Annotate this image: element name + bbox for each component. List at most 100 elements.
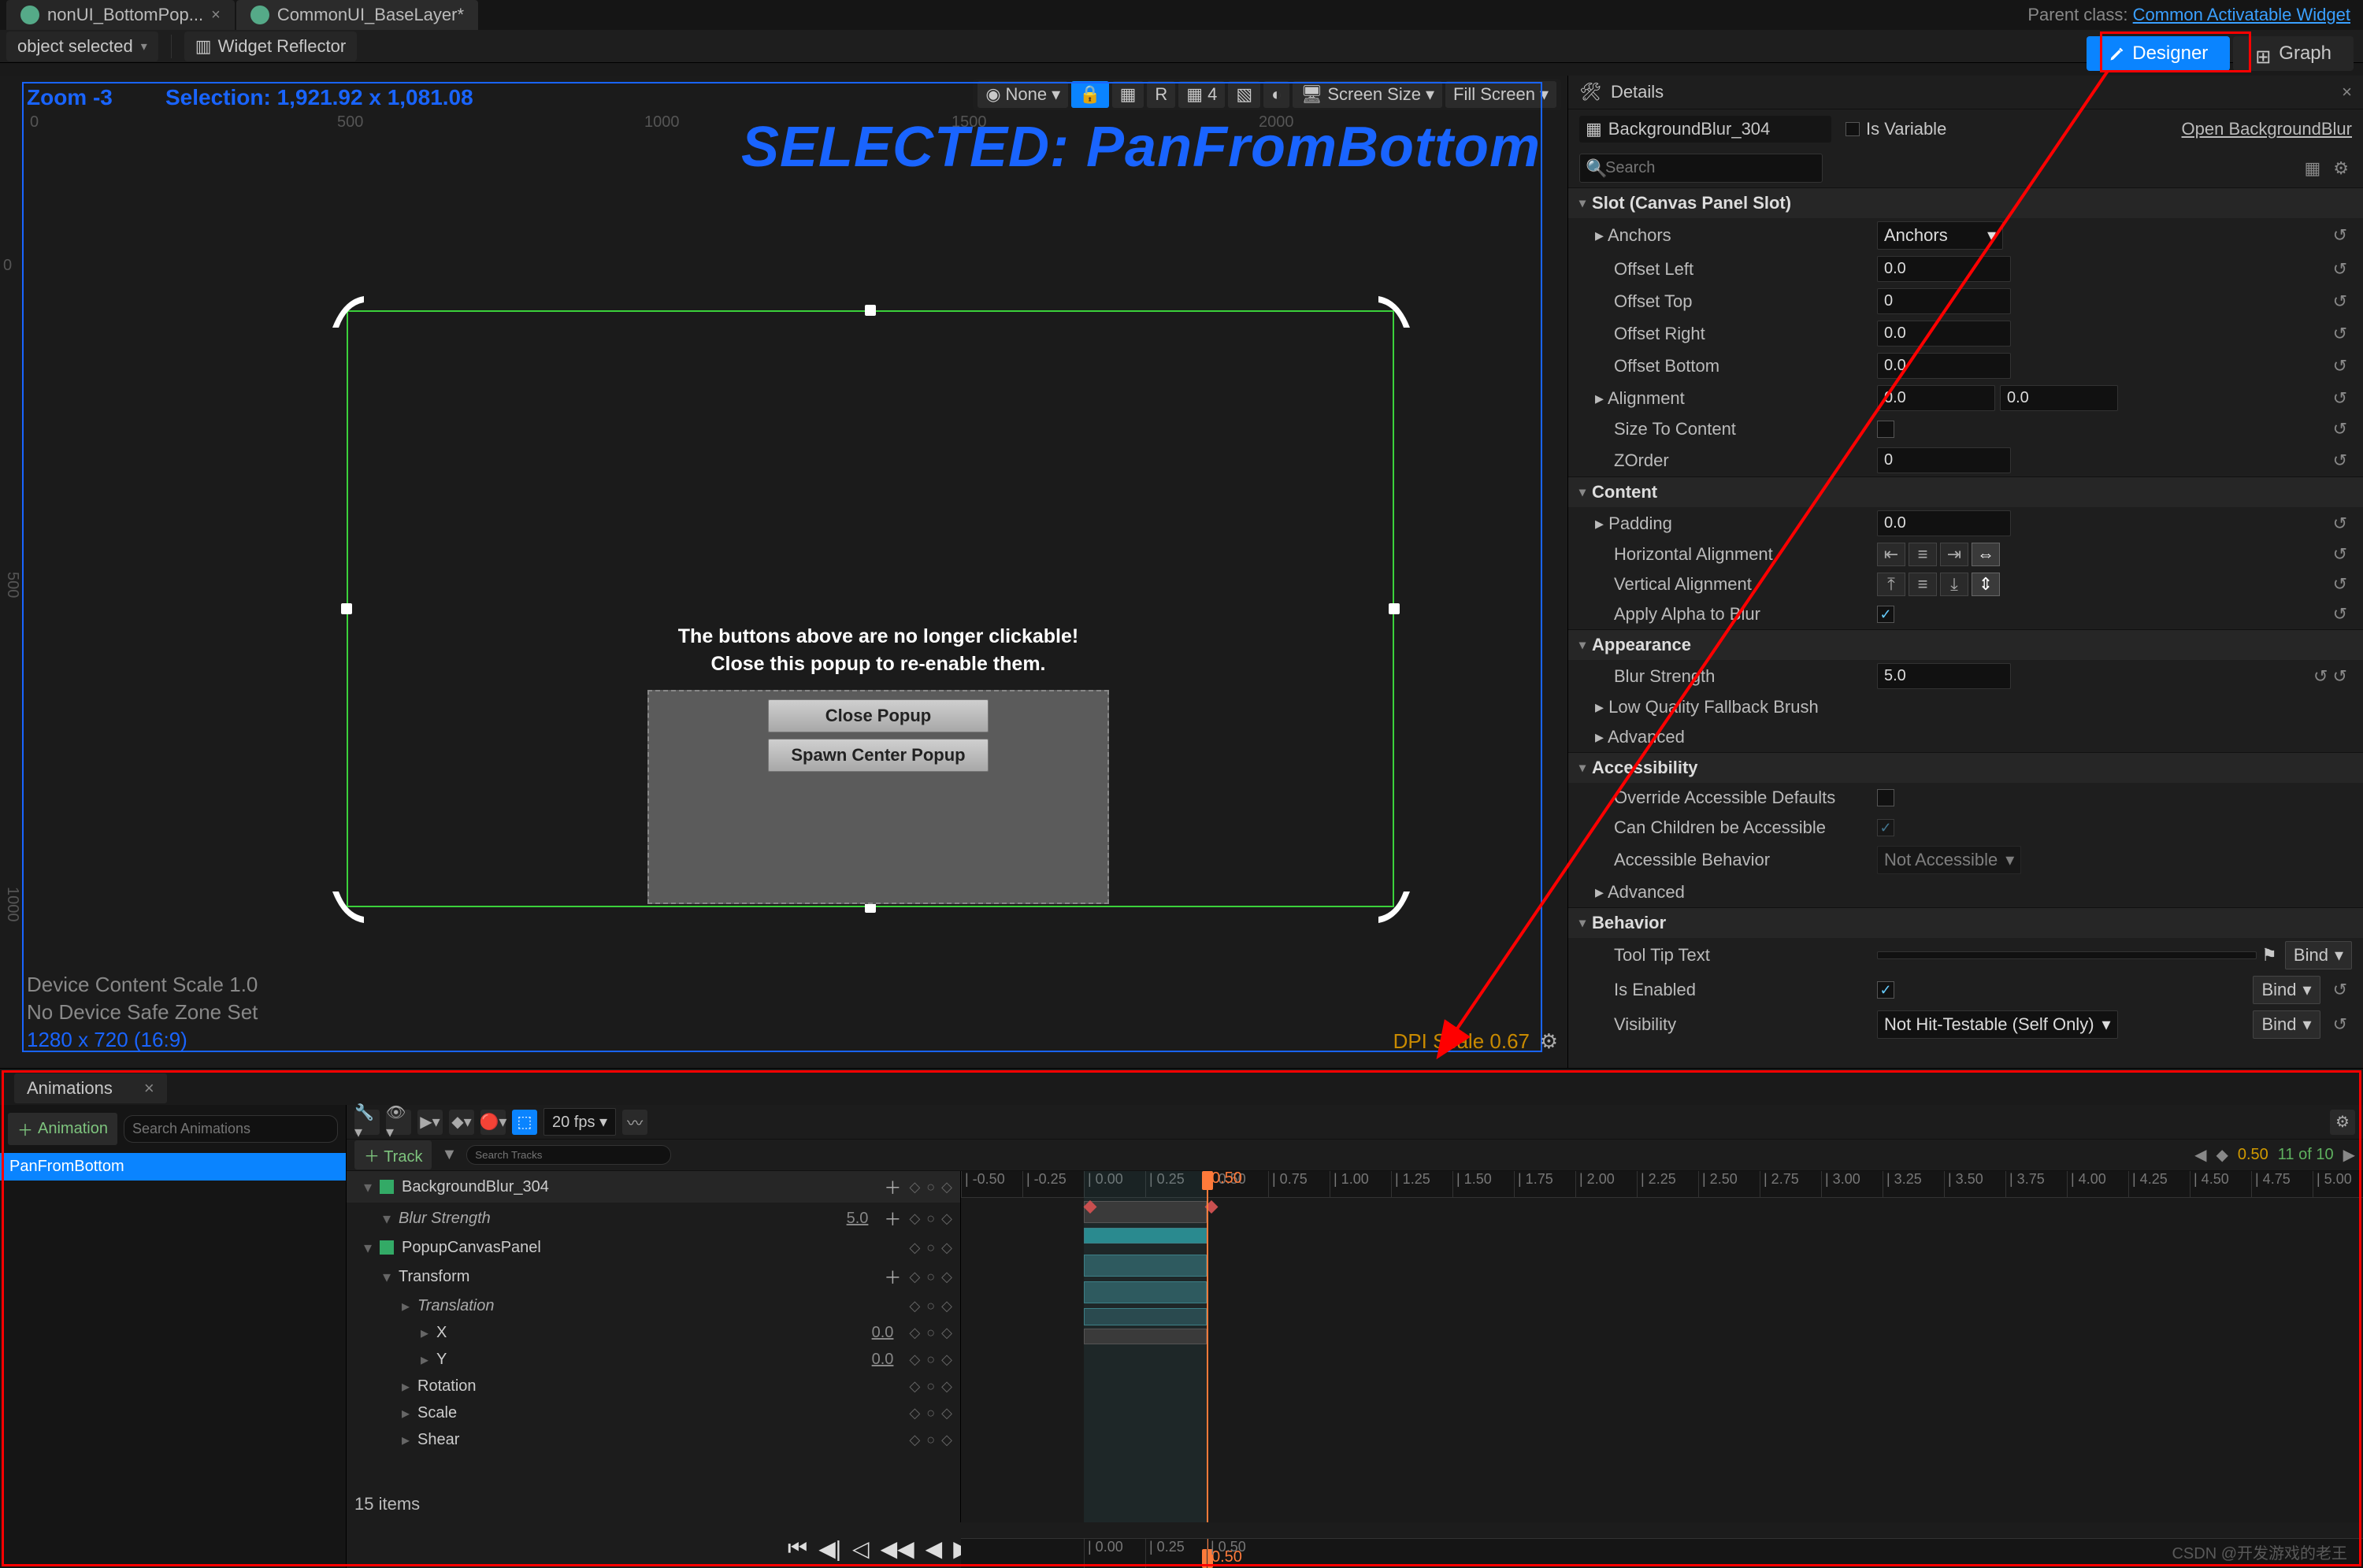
clip[interactable] <box>1084 1281 1207 1303</box>
blur-input[interactable]: 5.0 <box>1877 663 2011 689</box>
halign-segmented[interactable]: ⇤≡⇥⇔ <box>1877 543 2000 566</box>
time-display[interactable]: 0.50 <box>2238 1146 2268 1164</box>
reset-icon[interactable]: ↺ <box>2328 574 2352 595</box>
track-row[interactable]: ▸ X 0.0 ◇○◇ <box>347 1319 960 1346</box>
step-left-icon[interactable]: ◀ <box>2194 1145 2206 1165</box>
close-popup-button[interactable]: Close Popup <box>768 699 989 732</box>
row-advanced2[interactable]: Advanced <box>1608 882 1685 902</box>
anchor-handle-tr[interactable] <box>1378 296 1410 328</box>
visibility-dropdown[interactable]: Not Hit-Testable (Self Only) ▾ <box>1877 1010 2118 1039</box>
bind-button[interactable]: Bind ▾ <box>2253 1010 2320 1039</box>
view-icon[interactable]: 👁▾ <box>386 1110 411 1135</box>
clip[interactable] <box>1084 1329 1207 1344</box>
offset-right-input[interactable]: 0.0 <box>1877 321 2011 347</box>
reset-icon[interactable]: ↺ <box>2328 356 2352 376</box>
cat-behavior[interactable]: ▾Behavior <box>1568 907 2363 938</box>
track-row[interactable]: ▾ PopupCanvasPanel ◇○◇ <box>347 1234 960 1261</box>
reset-icon[interactable]: ↺ ↺ <box>2309 666 2352 687</box>
offset-bottom-input[interactable]: 0.0 <box>1877 353 2011 379</box>
reset-icon[interactable]: ↺ <box>2328 419 2352 439</box>
reset-icon[interactable]: ↺ <box>2328 513 2352 534</box>
row-anchors[interactable]: ▸ Anchors <box>1595 225 1869 246</box>
clip[interactable] <box>1084 1228 1207 1244</box>
sequencer-gear-icon[interactable]: ⚙ <box>2330 1110 2355 1135</box>
override-acc-checkbox[interactable] <box>1877 789 1894 806</box>
resize-handle-t[interactable] <box>865 305 876 316</box>
apply-alpha-checkbox[interactable]: ✓ <box>1877 606 1894 623</box>
prev-key-icon[interactable]: ◀| <box>818 1536 841 1562</box>
spawn-center-popup-button[interactable]: Spawn Center Popup <box>768 739 989 772</box>
add-key-icon[interactable]: ＋ <box>884 1174 901 1199</box>
selected-object-dropdown[interactable]: object selected▾ <box>6 32 158 61</box>
track-row[interactable]: ▸ Scale ◇○◇ <box>347 1399 960 1426</box>
goto-start-icon[interactable]: ⏮ <box>788 1536 807 1562</box>
open-class-link[interactable]: Open BackgroundBlur <box>2182 119 2352 139</box>
add-key-icon[interactable]: ＋ <box>884 1206 901 1231</box>
reset-icon[interactable]: ↺ <box>2328 544 2352 565</box>
wrench-icon[interactable]: 🔧▾ <box>354 1110 380 1135</box>
graph-tab[interactable]: ⊞ Graph <box>2233 36 2354 71</box>
align-x[interactable]: 0.0 <box>1877 385 1995 411</box>
filter-icon[interactable]: ▼ <box>441 1146 457 1164</box>
search-tracks[interactable] <box>466 1145 671 1165</box>
reset-icon[interactable]: ↺ <box>2328 388 2352 409</box>
bind-button[interactable]: Bind ▾ <box>2285 941 2352 969</box>
search-animations[interactable] <box>124 1115 338 1143</box>
size-to-content-checkbox[interactable] <box>1877 421 1894 438</box>
close-icon[interactable]: × <box>211 6 221 24</box>
close-icon[interactable]: × <box>144 1078 154 1099</box>
track-row[interactable]: ▸ Shear ◇○◇ <box>347 1426 960 1453</box>
cat-content[interactable]: ▾Content <box>1568 476 2363 507</box>
anchor-handle-tl[interactable] <box>332 296 364 328</box>
reset-icon[interactable]: ↺ <box>2328 259 2352 280</box>
padding-input[interactable]: 0.0 <box>1877 510 2011 536</box>
row-padding[interactable]: ▸ Padding <box>1595 513 1869 534</box>
add-key-icon[interactable]: ＋ <box>884 1264 901 1289</box>
reset-icon[interactable]: ↺ <box>2328 324 2352 344</box>
row-alignment[interactable]: ▸ Alignment <box>1595 388 1869 409</box>
anchor-handle-br[interactable] <box>1378 891 1410 923</box>
reset-icon[interactable]: ↺ <box>2328 450 2352 471</box>
playback-icon[interactable]: ▶▾ <box>417 1110 443 1135</box>
animation-item[interactable]: PanFromBottom <box>0 1153 346 1181</box>
add-track-button[interactable]: ＋ Track <box>354 1140 432 1170</box>
zorder-input[interactable]: 0 <box>1877 447 2011 473</box>
align-y[interactable]: 0.0 <box>2000 385 2118 411</box>
clip[interactable] <box>1084 1255 1207 1277</box>
anchor-handle-bl[interactable] <box>332 891 364 923</box>
frame-back-icon[interactable]: ◀ <box>926 1536 943 1562</box>
track-row[interactable]: ▸ Translation ◇○◇ <box>347 1292 960 1319</box>
rev-play-icon[interactable]: ◀◀ <box>881 1536 914 1562</box>
enabled-checkbox[interactable]: ✓ <box>1877 981 1894 999</box>
reset-icon[interactable]: ↺ <box>2328 604 2352 625</box>
tooltip-input[interactable] <box>1877 951 2257 959</box>
animations-tab[interactable]: Animations× <box>14 1073 167 1103</box>
details-search[interactable]: 🔍 <box>1579 154 2294 183</box>
track-row[interactable]: ▾ Blur Strength 5.0 ＋ ◇○◇ <box>347 1203 960 1234</box>
tab-bottom-popup[interactable]: nonUI_BottomPop... × <box>6 0 235 30</box>
component-name-field[interactable]: ▦ BackgroundBlur_304 <box>1579 116 1831 143</box>
cat-accessibility[interactable]: ▾Accessibility <box>1568 752 2363 783</box>
designer-viewport[interactable]: 0 500 1000 1500 2000 0 500 1000 ◉ None ▾… <box>0 76 1567 1068</box>
close-icon[interactable]: × <box>2342 82 2352 102</box>
snap-icon[interactable]: ⬚ <box>512 1110 537 1135</box>
row-lowq[interactable]: Low Quality Fallback Brush <box>1608 697 1819 717</box>
localize-icon[interactable]: ⚑ <box>2261 945 2277 966</box>
parent-class-link[interactable]: Common Activatable Widget <box>2133 5 2350 24</box>
resize-handle-l[interactable] <box>341 603 352 614</box>
fps-dropdown[interactable]: 20 fps ▾ <box>543 1108 616 1136</box>
designer-tab[interactable]: Designer <box>2087 36 2230 71</box>
offset-left-input[interactable]: 0.0 <box>1877 256 2011 282</box>
reset-icon[interactable]: ↺ <box>2328 1014 2352 1035</box>
row-advanced[interactable]: Advanced <box>1608 727 1685 747</box>
widget-reflector-button[interactable]: ▥ Widget Reflector <box>184 32 357 61</box>
step-right-icon[interactable]: ▶ <box>2343 1145 2355 1165</box>
track-row[interactable]: ▸ Rotation ◇○◇ <box>347 1373 960 1399</box>
bind-button[interactable]: Bind ▾ <box>2253 976 2320 1004</box>
clip[interactable] <box>1084 1201 1207 1223</box>
filter-icon[interactable]: ▦ <box>2301 155 2324 182</box>
record-icon[interactable]: 🔴▾ <box>480 1110 506 1135</box>
cat-appearance[interactable]: ▾Appearance <box>1568 629 2363 660</box>
timeline-scrollbar[interactable]: 0.50 | 0.00| 0.25| 0.50 <box>961 1538 2363 1568</box>
reset-icon[interactable]: ↺ <box>2328 980 2352 1000</box>
